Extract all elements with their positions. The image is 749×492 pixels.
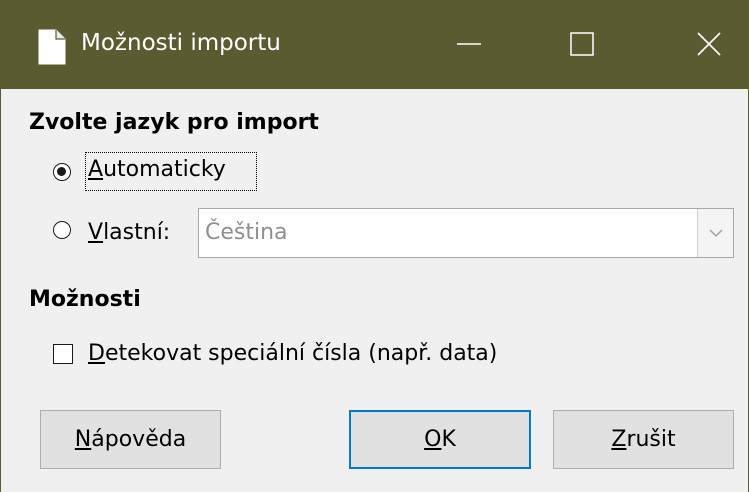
cancel-button[interactable]: Zrušit: [553, 410, 734, 469]
ok-button[interactable]: OK: [349, 410, 531, 469]
detect-special-numbers-checkbox[interactable]: [53, 344, 73, 364]
custom-label[interactable]: Vlastní:: [88, 220, 170, 245]
close-icon: [697, 32, 721, 56]
help-button[interactable]: Nápověda: [40, 410, 221, 469]
language-select[interactable]: Čeština: [198, 208, 734, 258]
language-select-value: Čeština: [205, 220, 288, 245]
chevron-down-icon: [709, 229, 723, 238]
minimize-icon: [457, 43, 481, 45]
automatic-radio[interactable]: [53, 163, 71, 181]
minimize-button[interactable]: [429, 0, 509, 89]
detect-special-numbers-label[interactable]: Detekovat speciální čísla (např. data): [88, 341, 497, 366]
close-button[interactable]: [669, 0, 749, 89]
language-select-dropdown-button[interactable]: [697, 209, 733, 257]
maximize-icon: [570, 32, 594, 56]
custom-radio[interactable]: [53, 221, 71, 239]
maximize-button[interactable]: [542, 0, 622, 89]
title-bar[interactable]: Možnosti importu: [1, 0, 748, 89]
automatic-label[interactable]: Automaticky: [88, 157, 226, 182]
options-section-heading: Možnosti: [29, 287, 141, 312]
language-section-heading: Zvolte jazyk pro import: [29, 110, 319, 135]
import-options-dialog: Možnosti importu Zvolte jazyk pro import…: [0, 0, 749, 492]
window-title: Možnosti importu: [81, 30, 281, 56]
document-icon: [37, 29, 67, 65]
